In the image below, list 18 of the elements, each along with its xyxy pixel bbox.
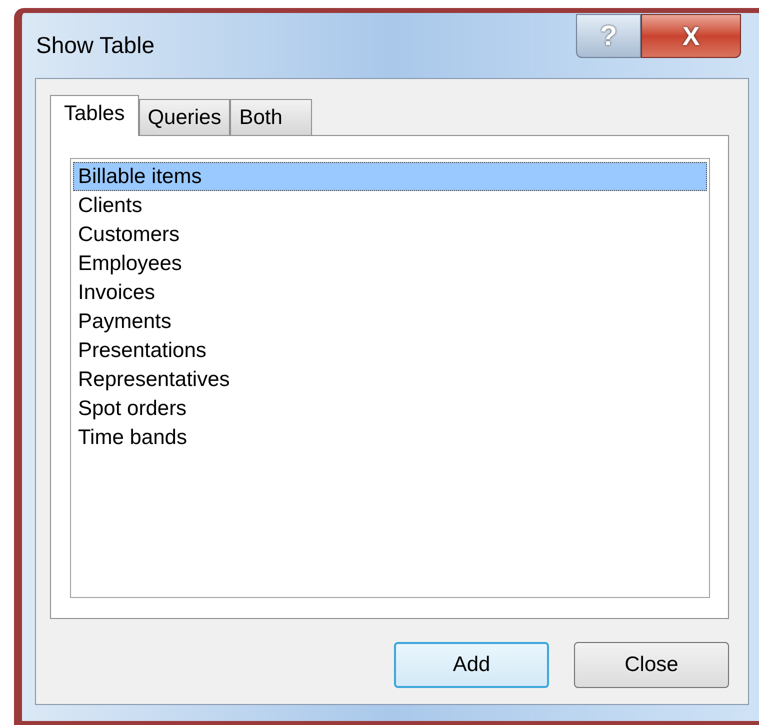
window-close-button[interactable]: X	[641, 14, 741, 58]
dialog-button[interactable]: Close	[574, 642, 729, 688]
list-item[interactable]: Billable items	[73, 162, 707, 191]
list-item[interactable]: Payments	[73, 307, 707, 336]
tab[interactable]: Both	[230, 99, 312, 135]
tab[interactable]: Tables	[50, 95, 139, 136]
window-title: Show Table	[36, 31, 154, 60]
list-item[interactable]: Clients	[73, 191, 707, 220]
table-list[interactable]: Billable items Clients Customers Employees Invoices Payments Presentations Representatives Spot orders Time bands	[70, 158, 710, 598]
list-item[interactable]: Invoices	[73, 278, 707, 307]
list-item[interactable]: Employees	[73, 249, 707, 278]
list-item[interactable]: Customers	[73, 220, 707, 249]
tab[interactable]: Queries	[138, 99, 230, 135]
list-item[interactable]: Time bands	[73, 423, 707, 452]
list-item[interactable]: Spot orders	[73, 394, 707, 423]
dialog-button[interactable]: Add	[394, 642, 549, 688]
list-item[interactable]: Presentations	[73, 336, 707, 365]
list-item[interactable]: Representatives	[73, 365, 707, 394]
